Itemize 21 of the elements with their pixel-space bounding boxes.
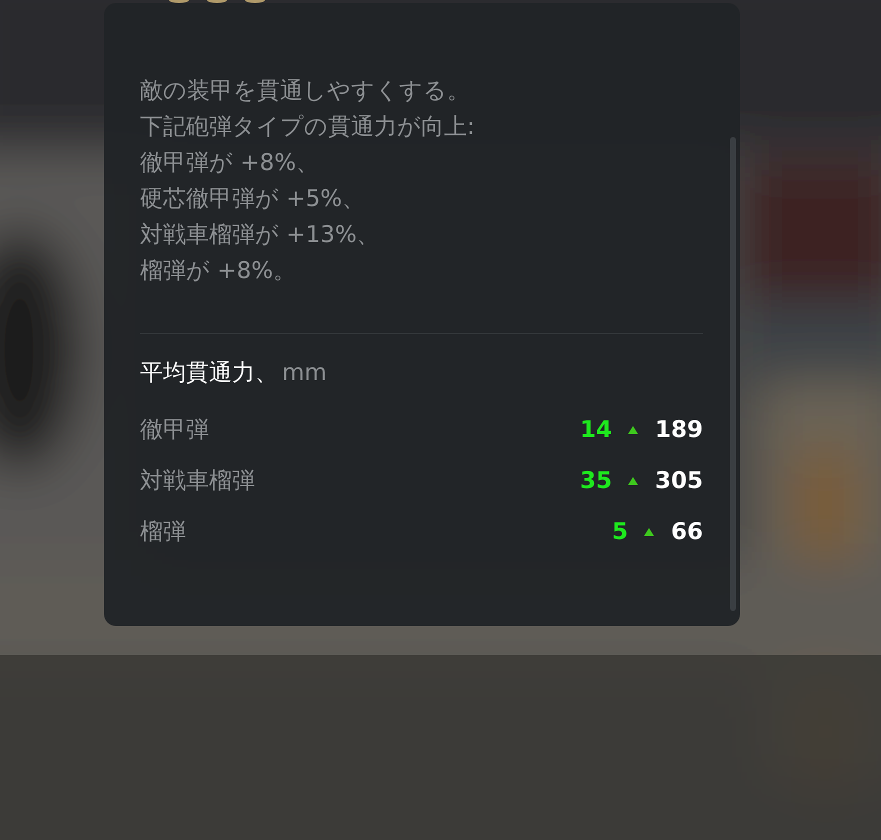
up-arrow-icon [628,476,638,484]
description-line: 下記砲弾タイプの貫通力が向上: [140,113,475,142]
penetration-value: 305 [654,468,703,494]
shell-type: 徹甲弾 [140,417,209,443]
unit-label: mm [282,359,327,388]
bonus-value: 14 [580,416,612,442]
up-arrow-icon [644,528,654,536]
penetration-value: 189 [654,416,703,442]
description-line: 榴弾が +8%。 [140,257,296,286]
description-line: 対戦車榴弾が +13%、 [140,221,380,250]
description-line: 敵の装甲を貫通しやすくする。 [140,77,470,106]
stats-title: 平均貫通力、 [140,359,278,388]
shell-type: 榴弾 [140,519,186,545]
up-arrow-icon [628,426,638,434]
penetration-value: 66 [670,518,703,544]
description-line: 硬芯徹甲弾が +5%、 [140,185,366,214]
scrollbar[interactable] [730,137,736,611]
description-line: 徹甲弾が +8%、 [140,149,320,178]
shell-type: 対戦車榴弾 [140,468,255,494]
bonus-value: 35 [580,468,612,494]
bonus-value: 5 [612,518,628,544]
